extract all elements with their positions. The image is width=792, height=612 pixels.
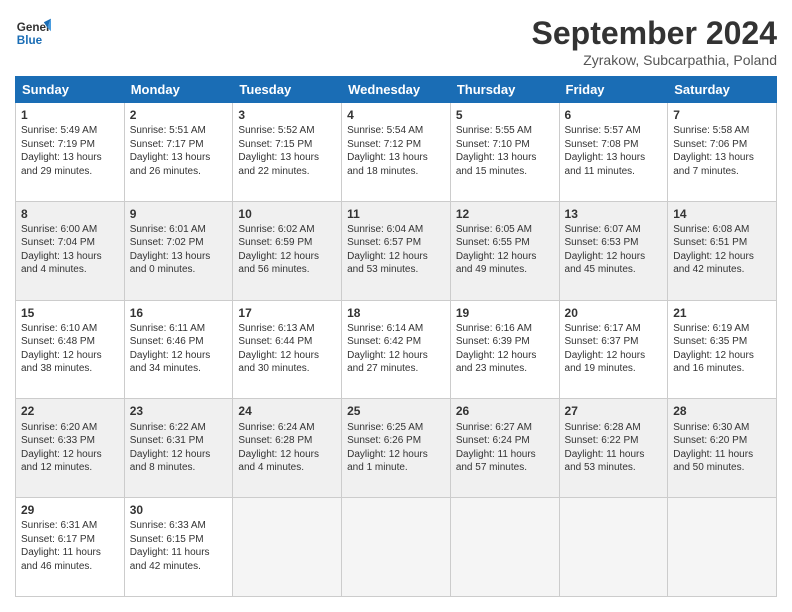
subtitle: Zyrakow, Subcarpathia, Poland [532,52,777,68]
header-tuesday: Tuesday [233,77,342,103]
table-row: 22 Sunrise: 6:20 AMSunset: 6:33 PMDaylig… [16,399,777,498]
day-23: 23 Sunrise: 6:22 AMSunset: 6:31 PMDaylig… [124,399,233,498]
day-12: 12 Sunrise: 6:05 AMSunset: 6:55 PMDaylig… [450,201,559,300]
day-11: 11 Sunrise: 6:04 AMSunset: 6:57 PMDaylig… [342,201,451,300]
day-5: 5 Sunrise: 5:55 AMSunset: 7:10 PMDayligh… [450,103,559,202]
day-24: 24 Sunrise: 6:24 AMSunset: 6:28 PMDaylig… [233,399,342,498]
day-7: 7 Sunrise: 5:58 AMSunset: 7:06 PMDayligh… [668,103,777,202]
day-17: 17 Sunrise: 6:13 AMSunset: 6:44 PMDaylig… [233,300,342,399]
header: General Blue September 2024 Zyrakow, Sub… [15,15,777,68]
day-19: 19 Sunrise: 6:16 AMSunset: 6:39 PMDaylig… [450,300,559,399]
day-16: 16 Sunrise: 6:11 AMSunset: 6:46 PMDaylig… [124,300,233,399]
day-13: 13 Sunrise: 6:07 AMSunset: 6:53 PMDaylig… [559,201,668,300]
day-22: 22 Sunrise: 6:20 AMSunset: 6:33 PMDaylig… [16,399,125,498]
month-title: September 2024 [532,15,777,52]
calendar-table: Sunday Monday Tuesday Wednesday Thursday… [15,76,777,597]
calendar-header-row: Sunday Monday Tuesday Wednesday Thursday… [16,77,777,103]
logo: General Blue [15,15,51,51]
day-18: 18 Sunrise: 6:14 AMSunset: 6:42 PMDaylig… [342,300,451,399]
title-block: September 2024 Zyrakow, Subcarpathia, Po… [532,15,777,68]
empty-cell [668,498,777,597]
header-friday: Friday [559,77,668,103]
table-row: 15 Sunrise: 6:10 AMSunset: 6:48 PMDaylig… [16,300,777,399]
empty-cell [342,498,451,597]
empty-cell [450,498,559,597]
header-thursday: Thursday [450,77,559,103]
day-14: 14 Sunrise: 6:08 AMSunset: 6:51 PMDaylig… [668,201,777,300]
day-1: 1 Sunrise: 5:49 AMSunset: 7:19 PMDayligh… [16,103,125,202]
day-30: 30 Sunrise: 6:33 AMSunset: 6:15 PMDaylig… [124,498,233,597]
table-row: 1 Sunrise: 5:49 AMSunset: 7:19 PMDayligh… [16,103,777,202]
day-20: 20 Sunrise: 6:17 AMSunset: 6:37 PMDaylig… [559,300,668,399]
day-6: 6 Sunrise: 5:57 AMSunset: 7:08 PMDayligh… [559,103,668,202]
table-row: 29 Sunrise: 6:31 AMSunset: 6:17 PMDaylig… [16,498,777,597]
day-25: 25 Sunrise: 6:25 AMSunset: 6:26 PMDaylig… [342,399,451,498]
day-21: 21 Sunrise: 6:19 AMSunset: 6:35 PMDaylig… [668,300,777,399]
day-15: 15 Sunrise: 6:10 AMSunset: 6:48 PMDaylig… [16,300,125,399]
empty-cell [559,498,668,597]
day-27: 27 Sunrise: 6:28 AMSunset: 6:22 PMDaylig… [559,399,668,498]
day-29: 29 Sunrise: 6:31 AMSunset: 6:17 PMDaylig… [16,498,125,597]
day-2: 2 Sunrise: 5:51 AMSunset: 7:17 PMDayligh… [124,103,233,202]
day-28: 28 Sunrise: 6:30 AMSunset: 6:20 PMDaylig… [668,399,777,498]
day-8: 8 Sunrise: 6:00 AMSunset: 7:04 PMDayligh… [16,201,125,300]
header-sunday: Sunday [16,77,125,103]
empty-cell [233,498,342,597]
header-wednesday: Wednesday [342,77,451,103]
day-4: 4 Sunrise: 5:54 AMSunset: 7:12 PMDayligh… [342,103,451,202]
table-row: 8 Sunrise: 6:00 AMSunset: 7:04 PMDayligh… [16,201,777,300]
day-10: 10 Sunrise: 6:02 AMSunset: 6:59 PMDaylig… [233,201,342,300]
header-saturday: Saturday [668,77,777,103]
day-3: 3 Sunrise: 5:52 AMSunset: 7:15 PMDayligh… [233,103,342,202]
svg-text:Blue: Blue [17,34,43,47]
header-monday: Monday [124,77,233,103]
day-9: 9 Sunrise: 6:01 AMSunset: 7:02 PMDayligh… [124,201,233,300]
page: General Blue September 2024 Zyrakow, Sub… [0,0,792,612]
day-26: 26 Sunrise: 6:27 AMSunset: 6:24 PMDaylig… [450,399,559,498]
generalblue-logo-icon: General Blue [15,15,51,51]
